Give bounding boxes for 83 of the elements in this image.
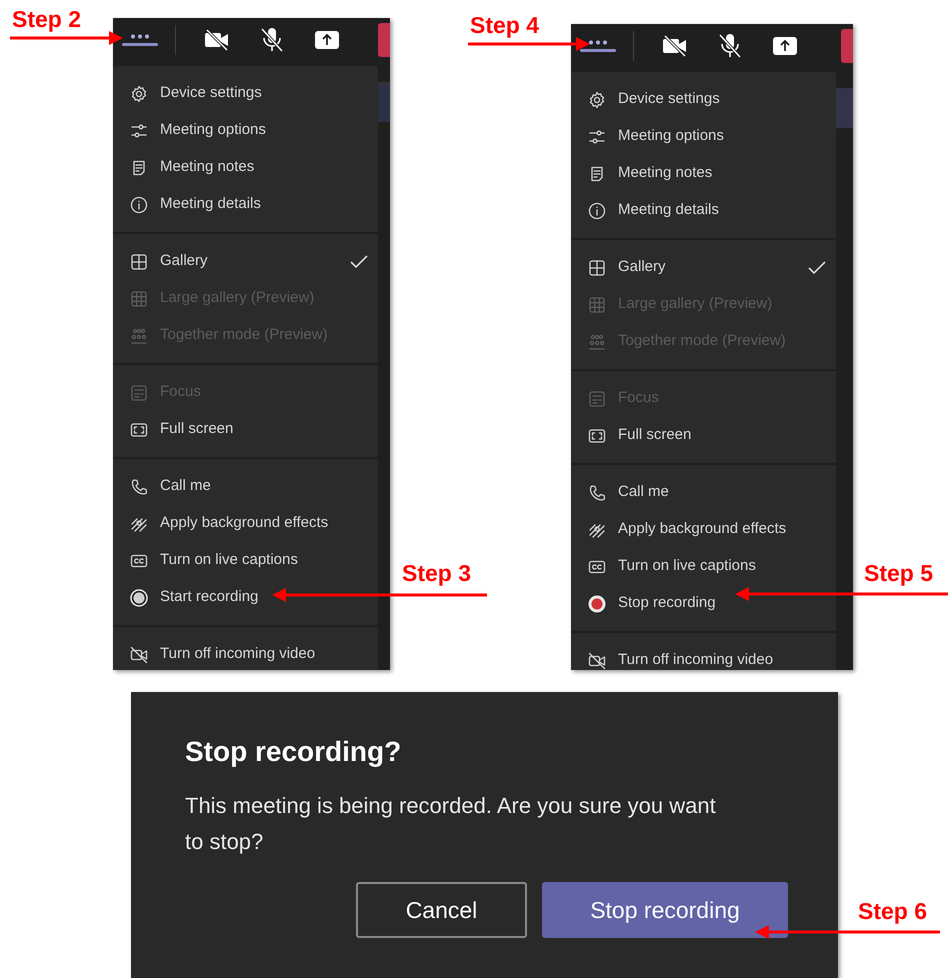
sliders-icon [588,128,606,146]
menu-item[interactable]: Turn off incoming video [113,636,378,673]
mic-off-icon[interactable] [260,27,284,53]
mic-off-icon[interactable] [718,33,742,59]
menu-item[interactable]: Meeting notes [113,149,378,186]
layout-icon [130,384,148,402]
menu-item[interactable]: Turn off incoming video [571,642,836,679]
more-icon [130,34,150,39]
menu-item-label: Meeting notes [618,163,712,184]
menu-item-label: Turn off incoming video [160,644,316,664]
menu-item[interactable]: Start recording [113,579,378,616]
menu-item[interactable]: Full screen [113,411,378,448]
share-icon[interactable] [314,30,340,50]
menu-item[interactable]: Meeting options [113,112,378,149]
menu-item-label: Apply background effects [160,513,328,534]
share-icon[interactable] [772,36,798,56]
grid-icon [130,252,148,270]
menu-item[interactable]: Gallery [571,249,836,286]
step-label: Step 3 [402,562,472,585]
camera-off-icon[interactable] [204,29,230,51]
menu-item[interactable]: Stop recording [571,585,836,622]
menu-item[interactable]: Full screen [571,417,836,454]
menu-item-label: Full screen [618,425,692,446]
menu-item-label: Meeting notes [160,157,254,178]
menu-item-label: Meeting options [160,120,266,140]
grid-icon [588,258,606,276]
people-icon [130,326,148,344]
background-banner [836,88,853,128]
menu-item-label: Start recording [160,587,258,608]
more-icon [588,40,608,45]
layout-icon [588,390,606,408]
grid-icon [130,290,148,308]
menu-item-label: Full screen [160,419,234,440]
video-off-icon [588,652,606,670]
step-label: Step 4 [470,14,540,37]
step-label: Step 6 [858,900,928,923]
menu-item[interactable]: Meeting details [113,186,378,223]
people-icon [588,332,606,350]
menu-item[interactable]: Gallery [113,243,378,280]
phone-icon [130,478,148,496]
step-label: Step 2 [12,8,82,31]
menu-item[interactable]: Turn on live captions [571,548,836,585]
menu-item-label: Call me [160,476,211,496]
menu-item[interactable]: Device settings [571,81,836,118]
menu-item-label: Meeting options [618,126,724,146]
stop-recording-button[interactable]: Stop recording [542,882,788,938]
menu-item[interactable]: Turn on live captions [113,542,378,579]
menu-item[interactable]: Apply background effects [571,511,836,548]
menu-item[interactable]: Call me [571,474,836,511]
menu-item-label: Turn off incoming video [618,650,774,670]
dialog-title: Stop recording? [185,738,402,766]
menu-item-label: Gallery [618,257,666,278]
menu-item[interactable]: Meeting notes [571,155,836,192]
menu-item-label: Turn on live captions [618,556,756,576]
gear-icon [130,84,148,102]
menu-item-label: Gallery [160,251,208,272]
grid-icon [588,296,606,314]
menu-item-label: Meeting details [160,194,261,214]
menu-item-label: Device settings [618,89,720,110]
menu-item[interactable]: Device settings [113,75,378,112]
sliders-icon [130,122,148,140]
fullscreen-icon [588,426,606,444]
background-banner [378,82,390,122]
menu-item[interactable]: Meeting options [571,118,836,155]
menu-item-label: Turn on live captions [160,550,298,570]
menu-item-label: Device settings [160,83,262,104]
step-label: Step 5 [864,562,934,585]
info-icon [588,202,606,220]
cancel-button[interactable]: Cancel [356,882,527,938]
menu-item-label: Call me [618,482,669,502]
fullscreen-icon [130,420,148,438]
menu-item-label: Stop recording [618,593,716,614]
menu-item[interactable]: Call me [113,468,378,505]
menu-item[interactable]: Apply background effects [113,505,378,542]
video-off-icon [130,646,148,664]
menu-item[interactable]: Meeting details [571,192,836,229]
camera-off-icon[interactable] [662,35,688,57]
phone-icon [588,484,606,502]
info-icon [130,196,148,214]
menu-item-label: Meeting details [618,200,719,220]
gear-icon [588,90,606,108]
menu-item-label: Apply background effects [618,519,786,540]
dialog-message: This meeting is being recorded. Are you sure you want to stop? [185,792,717,856]
